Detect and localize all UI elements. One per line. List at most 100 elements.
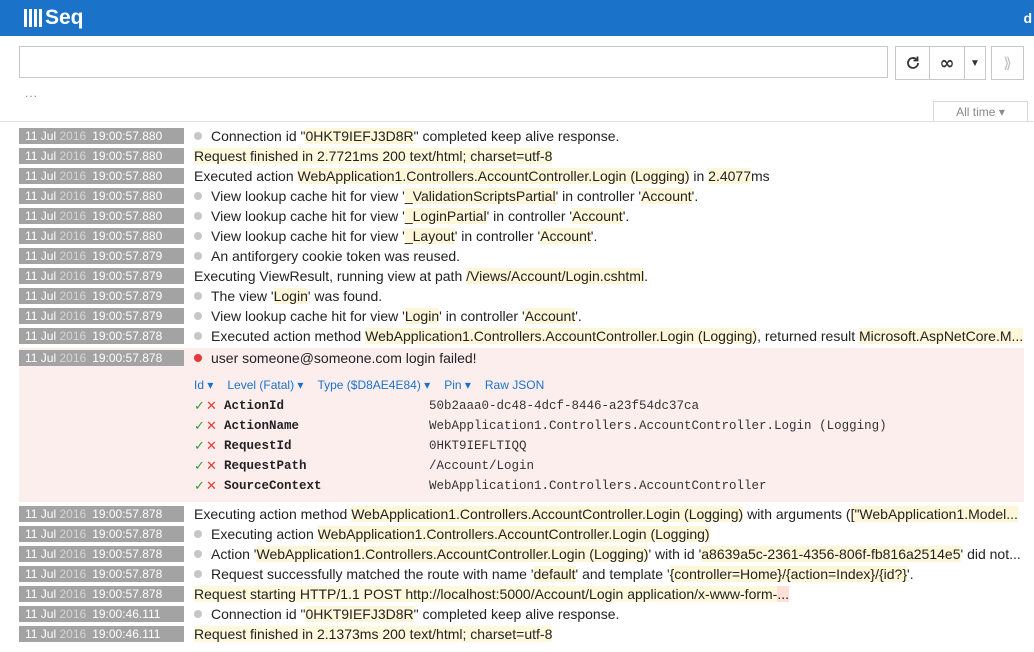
event-timestamp[interactable]: 11 Jul 2016 19:00:46.111 — [19, 626, 184, 642]
timestamp-time: 19:00:57.880 — [92, 229, 163, 243]
message-text: View lookup cache hit for view ' — [211, 308, 405, 324]
event-row[interactable]: 11 Jul 2016 19:00:57.879 An antiforgery co… — [19, 246, 1024, 266]
property-name: ActionName — [224, 419, 300, 433]
event-timestamp[interactable]: 11 Jul 2016 19:00:57.880 — [19, 148, 184, 164]
event-timestamp[interactable]: 11 Jul 2016 19:00:57.878 — [19, 328, 184, 344]
event-message: An antiforgery cookie token was reused. — [211, 248, 460, 264]
exclude-filter-icon[interactable]: ✕ — [206, 419, 224, 434]
exclude-filter-icon[interactable]: ✕ — [206, 479, 224, 494]
event-timestamp[interactable]: 11 Jul 2016 19:00:57.879 — [19, 248, 184, 264]
property-value: /Account/Login — [429, 459, 535, 473]
exclude-filter-icon[interactable]: ✕ — [206, 439, 224, 454]
info-level-icon — [194, 232, 202, 240]
property-row: ✓ ✕ ActionName WebApplication1.Controllers.… — [194, 416, 1024, 436]
message-text: , returned result — [757, 328, 860, 344]
include-filter-icon[interactable]: ✓ — [194, 439, 206, 454]
event-timestamp[interactable]: 11 Jul 2016 19:00:57.878 — [19, 526, 184, 542]
refresh-button[interactable] — [895, 46, 930, 80]
include-filter-icon[interactable]: ✓ — [194, 419, 206, 434]
seq-logo[interactable]: Seq — [24, 6, 84, 29]
message-text: ' in controller ' — [486, 208, 573, 224]
event-row-selected[interactable]: 11 Jul 2016 19:00:57.878 user someone@som… — [19, 348, 1024, 368]
type-link[interactable]: Type ($D8AE4E84) ▾ — [317, 378, 430, 392]
event-row[interactable]: 11 Jul 2016 19:00:46.111 Request finished … — [19, 624, 1024, 644]
level-link[interactable]: Level (Fatal) ▾ — [227, 378, 303, 392]
message-text: Action ' — [211, 546, 257, 562]
event-timestamp[interactable]: 11 Jul 2016 19:00:57.878 — [19, 506, 184, 522]
divider — [0, 121, 1034, 122]
include-filter-icon[interactable]: ✓ — [194, 399, 206, 414]
timestamp-year: 2016 — [59, 129, 87, 143]
event-timestamp[interactable]: 11 Jul 2016 19:00:57.879 — [19, 288, 184, 304]
event-row[interactable]: 11 Jul 2016 19:00:46.111 Connection id "0H… — [19, 604, 1024, 624]
timestamp-time: 19:00:57.878 — [92, 527, 163, 541]
include-filter-icon[interactable]: ✓ — [194, 479, 206, 494]
message-text: Executed action method — [211, 328, 366, 344]
event-message: Request finished in 2.7721ms 200 text/ht… — [194, 148, 553, 164]
event-timestamp[interactable]: 11 Jul 2016 19:00:57.880 — [19, 128, 184, 144]
time-range-selector[interactable]: All time ▾ — [933, 101, 1028, 122]
timestamp-year: 2016 — [59, 309, 87, 323]
event-row[interactable]: 11 Jul 2016 19:00:57.880 View lookup cache… — [19, 226, 1024, 246]
message-text: View lookup cache hit for view ' — [211, 188, 405, 204]
timestamp-time: 19:00:57.880 — [92, 129, 163, 143]
filter-ellipsis[interactable]: ... — [25, 86, 38, 100]
message-text: ' in controller ' — [439, 308, 525, 324]
highlighted-value: Account — [641, 188, 692, 204]
info-level-icon — [194, 312, 202, 320]
event-row[interactable]: 11 Jul 2016 19:00:57.878 Action 'WebApplic… — [19, 544, 1024, 564]
property-value: 50b2aaa0-dc48-4dcf-8446-a23f54dc37ca — [429, 399, 700, 413]
id-link[interactable]: Id ▾ — [194, 378, 213, 392]
search-input[interactable] — [19, 46, 888, 78]
logo-text: Seq — [45, 6, 84, 29]
event-timestamp[interactable]: 11 Jul 2016 19:00:57.879 — [19, 268, 184, 284]
timestamp-time: 19:00:57.879 — [92, 269, 163, 283]
event-row[interactable]: 11 Jul 2016 19:00:57.878 Request starting … — [19, 584, 1024, 604]
event-row[interactable]: 11 Jul 2016 19:00:57.879 The view 'Login' … — [19, 286, 1024, 306]
timestamp-year: 2016 — [59, 587, 87, 601]
event-timestamp[interactable]: 11 Jul 2016 19:00:57.880 — [19, 228, 184, 244]
event-timestamp[interactable]: 11 Jul 2016 19:00:57.878 — [19, 586, 184, 602]
event-timestamp[interactable]: 11 Jul 2016 19:00:57.878 — [19, 566, 184, 582]
include-filter-icon[interactable]: ✓ — [194, 459, 206, 474]
event-timestamp[interactable]: 11 Jul 2016 19:00:57.880 — [19, 168, 184, 184]
event-row[interactable]: 11 Jul 2016 19:00:57.880 Connection id "0H… — [19, 126, 1024, 146]
event-row[interactable]: 11 Jul 2016 19:00:57.880 View lookup cache… — [19, 206, 1024, 226]
event-message: user someone@someone.com login failed! — [211, 350, 477, 366]
event-row[interactable]: 11 Jul 2016 19:00:57.878 Executed action m… — [19, 326, 1024, 346]
event-row[interactable]: 11 Jul 2016 19:00:57.880 View lookup cache… — [19, 186, 1024, 206]
info-level-icon — [194, 212, 202, 220]
event-timestamp[interactable]: 11 Jul 2016 19:00:57.880 — [19, 208, 184, 224]
event-row[interactable]: 11 Jul 2016 19:00:57.878 Executing action … — [19, 524, 1024, 544]
top-bar: Seq d — [0, 0, 1034, 36]
event-timestamp[interactable]: 11 Jul 2016 19:00:46.111 — [19, 606, 184, 622]
event-message: View lookup cache hit for view '_Layout'… — [211, 228, 597, 244]
event-row[interactable]: 11 Jul 2016 19:00:57.880 Executed action W… — [19, 166, 1024, 186]
tail-button[interactable]: ∞ — [929, 46, 965, 80]
user-menu[interactable]: d — [1023, 10, 1032, 26]
event-row[interactable]: 11 Jul 2016 19:00:57.880 Request finished … — [19, 146, 1024, 166]
message-text: ' in controller ' — [555, 188, 642, 204]
event-timestamp[interactable]: 11 Jul 2016 19:00:57.878 — [19, 546, 184, 562]
event-row[interactable]: 11 Jul 2016 19:00:57.878 Executing action … — [19, 504, 1024, 524]
timestamp-time: 19:00:57.879 — [92, 309, 163, 323]
timestamp-time: 19:00:46.111 — [92, 607, 161, 621]
highlighted-value: Account — [572, 208, 623, 224]
tail-dropdown-button[interactable]: ▼ — [964, 46, 986, 80]
expand-button[interactable]: ⟫ — [991, 46, 1024, 80]
event-timestamp[interactable]: 11 Jul 2016 19:00:57.879 — [19, 308, 184, 324]
message-text: '. — [907, 566, 914, 582]
event-row[interactable]: 11 Jul 2016 19:00:57.878 Request successfu… — [19, 564, 1024, 584]
event-message: Request finished in 2.1373ms 200 text/ht… — [194, 626, 553, 642]
pin-link[interactable]: Pin ▾ — [444, 378, 471, 392]
timestamp-day: 11 Jul — [25, 351, 57, 365]
exclude-filter-icon[interactable]: ✕ — [206, 399, 224, 414]
event-timestamp[interactable]: 11 Jul 2016 19:00:57.878 — [19, 350, 184, 366]
event-row[interactable]: 11 Jul 2016 19:00:57.879 Executing ViewRes… — [19, 266, 1024, 286]
exclude-filter-icon[interactable]: ✕ — [206, 459, 224, 474]
raw-json-link[interactable]: Raw JSON — [485, 378, 544, 392]
event-timestamp[interactable]: 11 Jul 2016 19:00:57.880 — [19, 188, 184, 204]
event-message: Executing action WebApplication1.Control… — [211, 526, 710, 542]
event-row[interactable]: 11 Jul 2016 19:00:57.879 View lookup cache… — [19, 306, 1024, 326]
logo-bars-icon — [24, 9, 42, 27]
